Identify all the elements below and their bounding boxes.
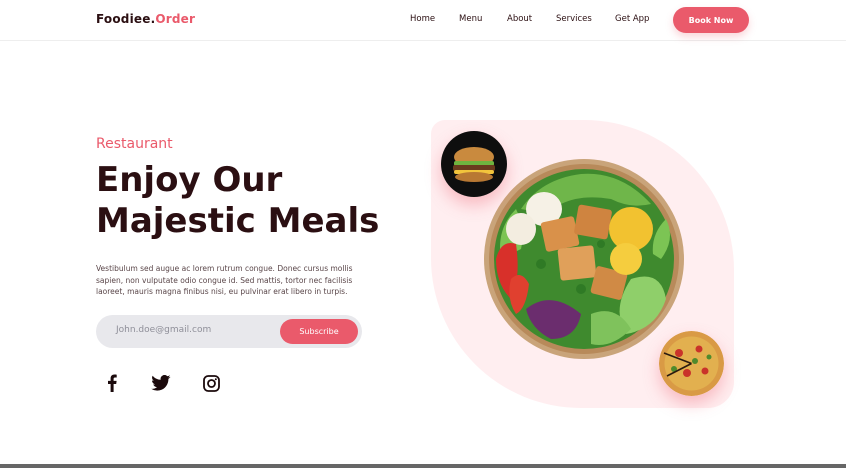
pizza-thumbnail[interactable]	[659, 331, 724, 396]
hero-headline: Enjoy Our Majestic Meals	[96, 160, 379, 242]
subscribe-button[interactable]: Subscribe	[280, 319, 358, 344]
page-bottom-border	[0, 464, 846, 468]
burger-thumbnail[interactable]	[441, 131, 507, 197]
subscribe-form: John.doe@gmail.com Subscribe	[96, 315, 362, 348]
instagram-icon[interactable]	[200, 372, 222, 394]
logo[interactable]: Foodiee.Order	[96, 12, 195, 26]
facebook-icon[interactable]	[101, 372, 123, 394]
headline-line-1: Enjoy Our	[96, 160, 283, 200]
hero-eyebrow: Restaurant	[96, 136, 173, 152]
salad-bowl-image	[484, 159, 684, 359]
nav-home[interactable]: Home	[410, 14, 435, 24]
twitter-icon[interactable]	[150, 372, 172, 394]
email-input[interactable]: John.doe@gmail.com	[116, 325, 211, 335]
book-now-button[interactable]: Book Now	[673, 7, 749, 33]
nav-get-app[interactable]: Get App	[615, 14, 649, 24]
nav-services[interactable]: Services	[556, 14, 592, 24]
nav-about[interactable]: About	[507, 14, 532, 24]
hero-description: Vestibulum sed augue ac lorem rutrum con…	[96, 264, 353, 296]
headline-line-2: Majestic Meals	[96, 201, 380, 241]
site-header: Foodiee.Order Home Menu About Services G…	[0, 0, 846, 41]
nav-menu[interactable]: Menu	[459, 14, 482, 24]
